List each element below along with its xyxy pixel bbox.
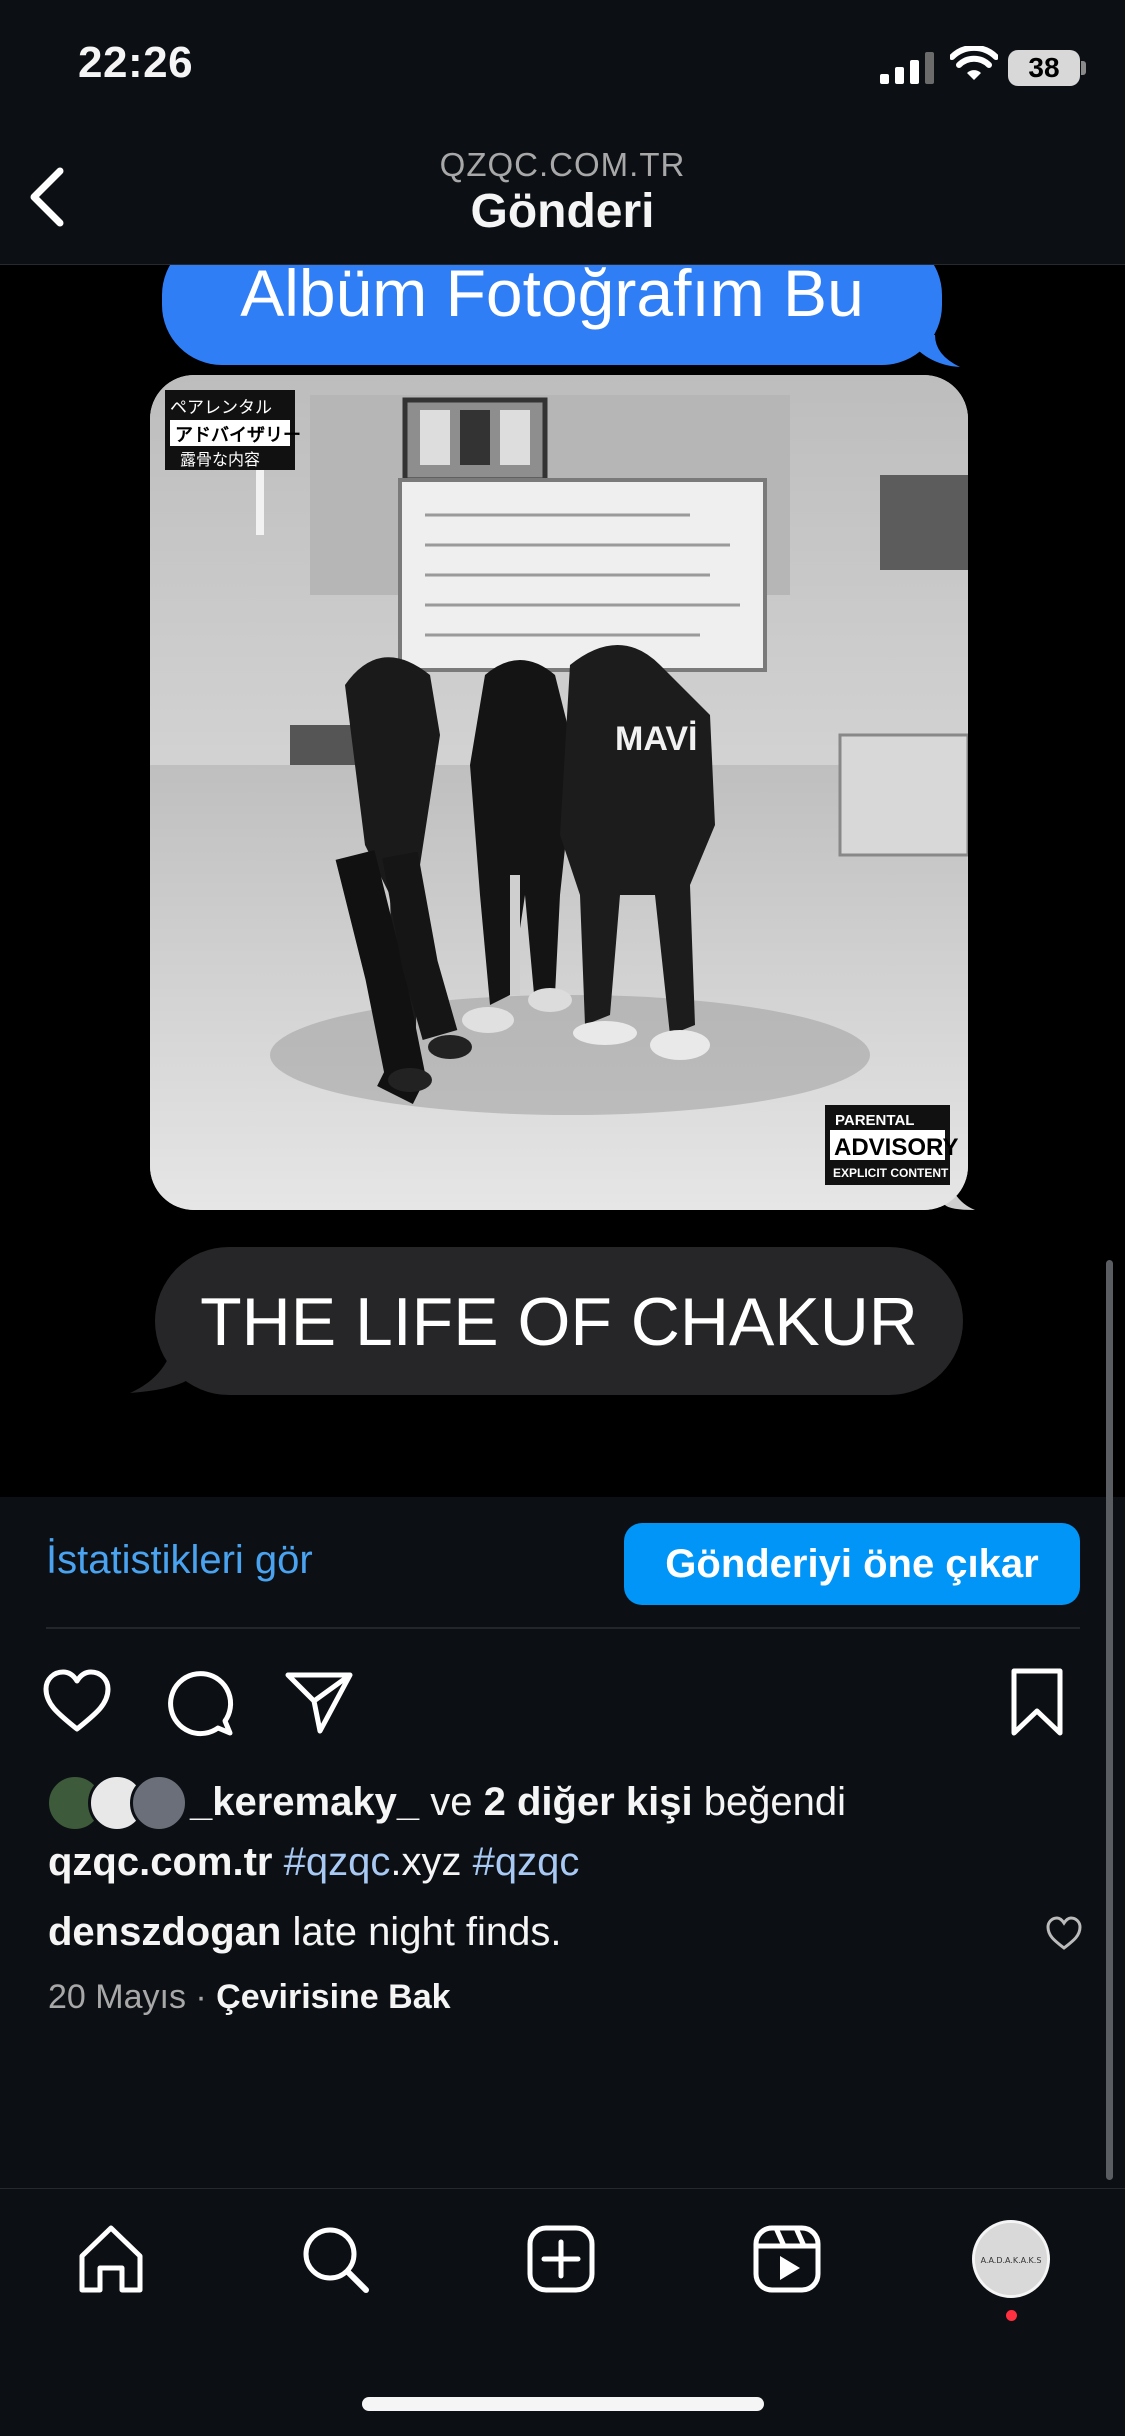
likes-others[interactable]: 2 diğer kişi bbox=[484, 1780, 693, 1824]
hashtag-1[interactable]: #qzqc bbox=[284, 1840, 391, 1884]
cellular-signal-icon bbox=[880, 52, 934, 84]
save-bookmark-icon[interactable] bbox=[1000, 1665, 1074, 1739]
view-insights-link[interactable]: İstatistikleri gör bbox=[46, 1538, 313, 1583]
post-date: 20 Mayıs bbox=[48, 1978, 186, 2016]
comment-preview: denszdogan late night finds. bbox=[48, 1910, 562, 1955]
reels-icon[interactable] bbox=[748, 2220, 826, 2298]
home-icon[interactable] bbox=[72, 2220, 150, 2298]
likes-connector: ve bbox=[419, 1780, 484, 1824]
profile-avatar-image: A.A.D.A.K.A.K.S bbox=[975, 2223, 1047, 2295]
liker-avatars[interactable] bbox=[46, 1774, 188, 1832]
advisory-jp-line1: ペアレンタル bbox=[170, 398, 272, 418]
bottom-bubble-text: THE LIFE OF CHAKUR bbox=[200, 1284, 918, 1360]
liker-username[interactable]: _keremaky_ bbox=[190, 1780, 419, 1824]
create-post-icon[interactable] bbox=[522, 2220, 600, 2298]
comment-like-heart-icon[interactable] bbox=[1044, 1914, 1084, 1954]
home-indicator bbox=[362, 2397, 764, 2411]
post-caption: qzqc.com.tr #qzqc.xyz #qzqc bbox=[48, 1840, 579, 1885]
meta-separator: · bbox=[185, 1978, 217, 2016]
share-send-icon[interactable] bbox=[282, 1665, 356, 1739]
header-account-name[interactable]: QZQC.COM.TR bbox=[0, 146, 1125, 184]
hashtag-2[interactable]: #qzqc bbox=[473, 1840, 580, 1884]
advisory-en-line1: PARENTAL bbox=[835, 1112, 914, 1129]
post-meta: 20 Mayıs · Çevirisine Bak bbox=[48, 1978, 451, 2017]
caption-account[interactable]: qzqc.com.tr bbox=[48, 1840, 272, 1884]
hashtag-1-suffix: .xyz bbox=[390, 1840, 462, 1884]
scrollbar[interactable] bbox=[1106, 1260, 1113, 2180]
see-translation-link[interactable]: Çevirisine Bak bbox=[216, 1978, 450, 2016]
profile-avatar[interactable]: A.A.D.A.K.A.K.S bbox=[972, 2220, 1050, 2298]
advisory-en-line2: ADVISORY bbox=[834, 1134, 958, 1161]
boost-post-button[interactable]: Gönderiyi öne çıkar bbox=[624, 1523, 1080, 1605]
album-cover-photo: MAVİ ペアレンタル アドバイザリー 露骨な内容 PARENTAL ADVIS… bbox=[150, 375, 968, 1210]
likes-suffix: beğendi bbox=[692, 1780, 847, 1824]
profile-avatar-text: A.A.D.A.K.A.K.S bbox=[981, 2256, 1042, 2265]
classroom-photo: MAVİ ペアレンタル アドバイザリー 露骨な内容 PARENTAL ADVIS… bbox=[150, 375, 968, 1210]
hoodie-text: MAVİ bbox=[615, 720, 697, 758]
actions-divider bbox=[46, 1627, 1080, 1629]
notification-dot bbox=[1006, 2310, 1017, 2321]
top-bubble-text: Albüm Fotoğrafım Bu bbox=[240, 265, 864, 330]
wifi-icon bbox=[950, 46, 998, 80]
search-icon[interactable] bbox=[296, 2220, 374, 2298]
comment-text: late night finds. bbox=[281, 1910, 562, 1954]
liker-avatar-3 bbox=[130, 1774, 188, 1832]
battery-tip bbox=[1081, 61, 1086, 75]
post-image[interactable]: Albüm Fotoğrafım Bu MAVİ ペアレンタル アドバイザリー … bbox=[0, 265, 1125, 1497]
bubble-tail bbox=[905, 335, 960, 367]
comment-icon[interactable] bbox=[162, 1665, 236, 1739]
like-heart-icon[interactable] bbox=[40, 1665, 114, 1739]
advisory-jp-line2: アドバイザリー bbox=[175, 425, 301, 446]
page-title: Gönderi bbox=[470, 185, 655, 238]
battery-indicator: 38 bbox=[1008, 50, 1080, 86]
advisory-en-line3: EXPLICIT CONTENT bbox=[833, 1166, 949, 1180]
nav-divider bbox=[0, 2188, 1125, 2189]
status-time: 22:26 bbox=[78, 38, 194, 87]
likes-summary[interactable]: _keremaky_ ve 2 diğer kişi beğendi bbox=[190, 1780, 846, 1825]
comment-username[interactable]: denszdogan bbox=[48, 1910, 281, 1954]
advisory-jp-line3: 露骨な内容 bbox=[180, 450, 260, 469]
